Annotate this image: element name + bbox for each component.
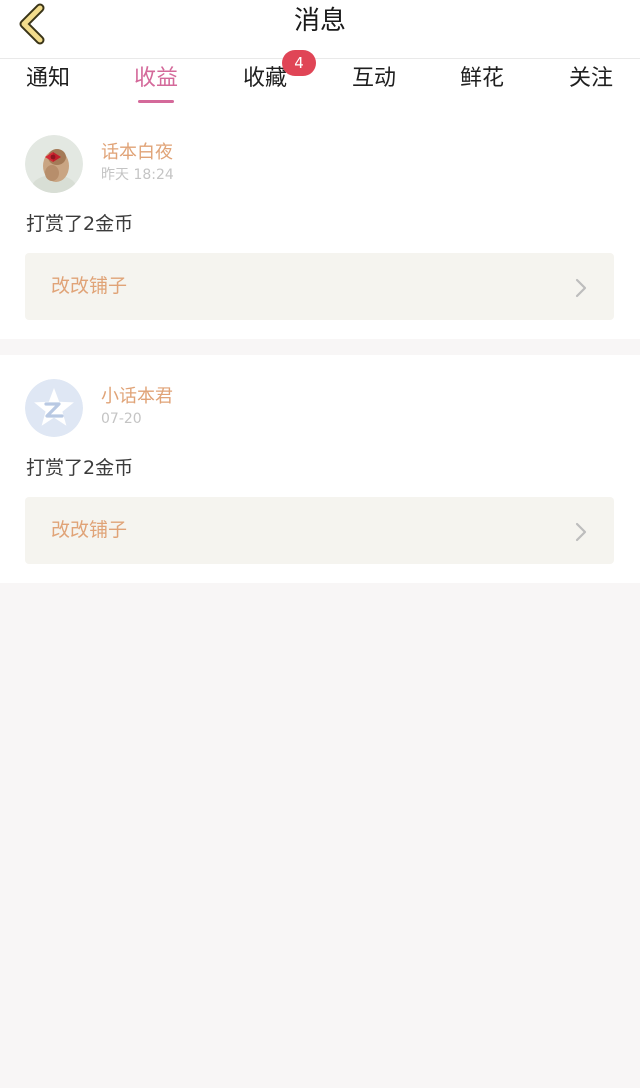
star-logo-avatar bbox=[25, 379, 83, 437]
shop-name: 改改铺子 bbox=[51, 275, 128, 297]
tab-interactions[interactable]: 互动 bbox=[334, 63, 414, 95]
tab-earnings[interactable]: 收益 bbox=[116, 63, 196, 103]
tab-bar: 通知 收益 收藏 互动 鲜花 关注 bbox=[0, 59, 640, 111]
message-card: 小话本君 07-20 打赏了2金币 改改铺子 bbox=[0, 355, 640, 583]
page-title: 消息 bbox=[293, 6, 346, 36]
action-text: 打赏了2金币 bbox=[26, 213, 134, 235]
avatar[interactable] bbox=[25, 379, 83, 437]
favorites-badge: 4 bbox=[282, 50, 316, 76]
message-time: 昨天 18:24 bbox=[101, 167, 174, 183]
shop-link[interactable]: 改改铺子 bbox=[25, 497, 614, 564]
user-name[interactable]: 小话本君 bbox=[101, 385, 173, 409]
chevron-right-icon bbox=[575, 278, 587, 298]
tab-following[interactable]: 关注 bbox=[551, 63, 631, 95]
tab-earnings-label: 收益 bbox=[133, 66, 178, 91]
navbar: 消息 bbox=[0, 0, 640, 59]
user-name[interactable]: 话本白夜 bbox=[101, 141, 173, 165]
active-tab-indicator bbox=[138, 100, 174, 103]
chevron-right-icon bbox=[575, 522, 587, 542]
user-photo-avatar bbox=[25, 135, 83, 193]
tab-flowers[interactable]: 鲜花 bbox=[442, 63, 522, 95]
shop-name: 改改铺子 bbox=[51, 519, 128, 541]
message-time: 07-20 bbox=[101, 411, 142, 427]
avatar[interactable] bbox=[25, 135, 83, 193]
message-card: 话本白夜 昨天 18:24 打赏了2金币 改改铺子 bbox=[0, 111, 640, 339]
tab-notifications[interactable]: 通知 bbox=[8, 63, 88, 95]
shop-link[interactable]: 改改铺子 bbox=[25, 253, 614, 320]
action-text: 打赏了2金币 bbox=[26, 457, 134, 479]
